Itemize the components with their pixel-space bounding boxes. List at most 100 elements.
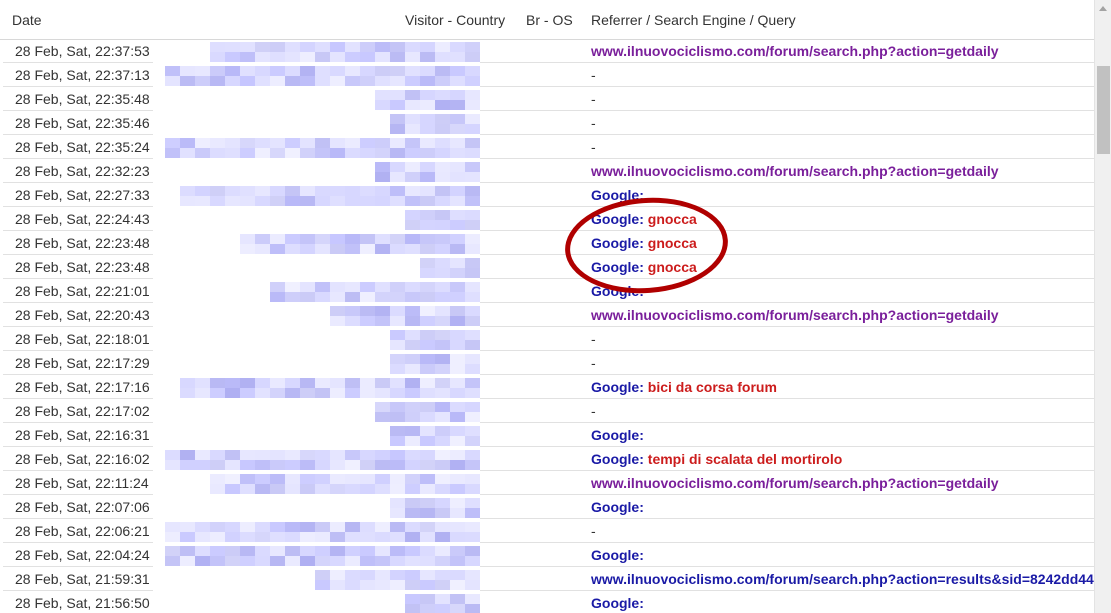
referrer-cell: - [480, 136, 1094, 159]
table-row: 28 Feb, Sat, 22:23:48 Google: gnocca [0, 256, 1094, 280]
search-engine-link[interactable]: Google: [591, 283, 644, 299]
referrer-url[interactable]: www.ilnuovociclismo.com/forum/search.php… [591, 307, 999, 323]
redacted-visitor-info [210, 42, 480, 62]
table-row: 28 Feb, Sat, 22:35:24 - [0, 136, 1094, 160]
search-engine-link[interactable]: Google: [591, 427, 644, 443]
referrer-cell: Google: gnocca [480, 256, 1094, 279]
redacted-visitor-info [315, 570, 480, 590]
referrer-url[interactable]: www.ilnuovociclismo.com/forum/search.php… [591, 43, 999, 59]
visit-date: 28 Feb, Sat, 22:17:16 [15, 379, 150, 395]
search-engine-link[interactable]: Google: [591, 499, 644, 515]
column-header-referrer[interactable]: Referrer / Search Engine / Query [591, 12, 796, 28]
search-referrer: Google: [591, 283, 644, 299]
referrer-cell: - [480, 352, 1094, 375]
referrer-cell: - [480, 112, 1094, 135]
no-referrer: - [591, 91, 596, 107]
visit-date: 28 Feb, Sat, 22:16:02 [15, 451, 150, 467]
referrer-url[interactable]: www.ilnuovociclismo.com/forum/search.php… [591, 571, 1094, 587]
table-row: 28 Feb, Sat, 21:59:31 www.ilnuovociclismo… [0, 568, 1094, 592]
search-referrer: Google: gnocca [591, 259, 697, 275]
search-engine-link[interactable]: Google: [591, 595, 644, 611]
vertical-scrollbar[interactable] [1094, 0, 1111, 613]
referrer-cell: Google: [480, 592, 1094, 613]
visit-date: 28 Feb, Sat, 21:59:31 [15, 571, 150, 587]
scroll-thumb[interactable] [1097, 66, 1110, 154]
redacted-visitor-info [375, 402, 480, 422]
referrer-cell: www.ilnuovociclismo.com/forum/search.php… [480, 40, 1094, 63]
date-cell: 28 Feb, Sat, 21:56:50 [3, 592, 153, 613]
table-row: 28 Feb, Sat, 22:17:29 - [0, 352, 1094, 376]
date-cell: 28 Feb, Sat, 22:17:29 [3, 352, 153, 375]
search-engine-link[interactable]: Google: [591, 211, 644, 227]
no-referrer: - [591, 139, 596, 155]
search-referrer: Google: [591, 427, 644, 443]
referrer-cell: - [480, 520, 1094, 543]
visit-date: 28 Feb, Sat, 22:35:46 [15, 115, 150, 131]
column-header-visitor-country[interactable]: Visitor - Country [405, 12, 505, 28]
visit-date: 28 Feb, Sat, 22:06:21 [15, 523, 150, 539]
search-engine-link[interactable]: Google: [591, 235, 644, 251]
referrer-url[interactable]: www.ilnuovociclismo.com/forum/search.php… [591, 475, 999, 491]
redacted-visitor-info [165, 546, 480, 566]
search-query[interactable]: gnocca [648, 235, 697, 251]
table-row: 28 Feb, Sat, 22:21:01 Google: [0, 280, 1094, 304]
date-cell: 28 Feb, Sat, 22:37:13 [3, 64, 153, 87]
visit-date: 28 Feb, Sat, 22:37:13 [15, 67, 150, 83]
visit-date: 28 Feb, Sat, 22:35:48 [15, 91, 150, 107]
search-engine-link[interactable]: Google: [591, 547, 644, 563]
redacted-visitor-info [165, 522, 480, 542]
search-engine-link[interactable]: Google: [591, 259, 644, 275]
visit-date: 28 Feb, Sat, 22:37:53 [15, 43, 150, 59]
table-header: Date Visitor - Country Br - OS Referrer … [0, 0, 1094, 40]
column-header-date[interactable]: Date [12, 12, 42, 28]
referrer-link: www.ilnuovociclismo.com/forum/search.php… [591, 571, 1094, 587]
redacted-visitor-info [405, 210, 480, 230]
redacted-visitor-info [390, 354, 480, 374]
search-engine-link[interactable]: Google: [591, 187, 644, 203]
date-cell: 28 Feb, Sat, 22:32:23 [3, 160, 153, 183]
search-engine-link[interactable]: Google: [591, 451, 644, 467]
search-referrer: Google: [591, 187, 644, 203]
table-row: 28 Feb, Sat, 22:18:01 - [0, 328, 1094, 352]
redacted-visitor-info [210, 474, 480, 494]
referrer-link: www.ilnuovociclismo.com/forum/search.php… [591, 307, 999, 323]
table-row: 28 Feb, Sat, 22:27:33 Google: [0, 184, 1094, 208]
referrer-url[interactable]: www.ilnuovociclismo.com/forum/search.php… [591, 163, 999, 179]
search-query[interactable]: gnocca [648, 259, 697, 275]
date-cell: 28 Feb, Sat, 22:24:43 [3, 208, 153, 231]
date-cell: 28 Feb, Sat, 22:18:01 [3, 328, 153, 351]
search-referrer: Google: gnocca [591, 235, 697, 251]
search-referrer: Google: [591, 499, 644, 515]
redacted-visitor-info [420, 258, 480, 278]
search-query[interactable]: gnocca [648, 211, 697, 227]
search-query[interactable]: bici da corsa forum [648, 379, 777, 395]
date-cell: 28 Feb, Sat, 22:16:02 [3, 448, 153, 471]
visit-date: 28 Feb, Sat, 22:23:48 [15, 259, 150, 275]
table-row: 28 Feb, Sat, 22:23:48 Google: gnocca [0, 232, 1094, 256]
table-row: 28 Feb, Sat, 22:37:53 www.ilnuovociclismo… [0, 40, 1094, 64]
visit-date: 28 Feb, Sat, 21:56:50 [15, 595, 150, 611]
referrer-link: www.ilnuovociclismo.com/forum/search.php… [591, 163, 999, 179]
referrer-cell: Google: bici da corsa forum [480, 376, 1094, 399]
column-header-browser-os[interactable]: Br - OS [526, 12, 573, 28]
redacted-visitor-info [390, 114, 480, 134]
table-row: 28 Feb, Sat, 22:35:48 - [0, 88, 1094, 112]
no-referrer: - [591, 331, 596, 347]
referrer-link: www.ilnuovociclismo.com/forum/search.php… [591, 43, 999, 59]
date-cell: 28 Feb, Sat, 22:37:53 [3, 40, 153, 63]
redacted-visitor-info [390, 426, 480, 446]
table-row: 28 Feb, Sat, 22:20:43 www.ilnuovociclismo… [0, 304, 1094, 328]
date-cell: 28 Feb, Sat, 22:27:33 [3, 184, 153, 207]
redacted-visitor-info [375, 162, 480, 182]
scroll-up-arrow-icon[interactable] [1095, 0, 1111, 17]
search-engine-link[interactable]: Google: [591, 379, 644, 395]
table-row: 28 Feb, Sat, 22:04:24 Google: [0, 544, 1094, 568]
referrer-link: www.ilnuovociclismo.com/forum/search.php… [591, 475, 999, 491]
date-cell: 28 Feb, Sat, 22:07:06 [3, 496, 153, 519]
visit-date: 28 Feb, Sat, 22:21:01 [15, 283, 150, 299]
search-query[interactable]: tempi di scalata del mortirolo [648, 451, 843, 467]
no-referrer: - [591, 67, 596, 83]
redacted-visitor-info [390, 330, 480, 350]
table-row: 28 Feb, Sat, 22:11:24 www.ilnuovociclismo… [0, 472, 1094, 496]
search-referrer: Google: [591, 547, 644, 563]
